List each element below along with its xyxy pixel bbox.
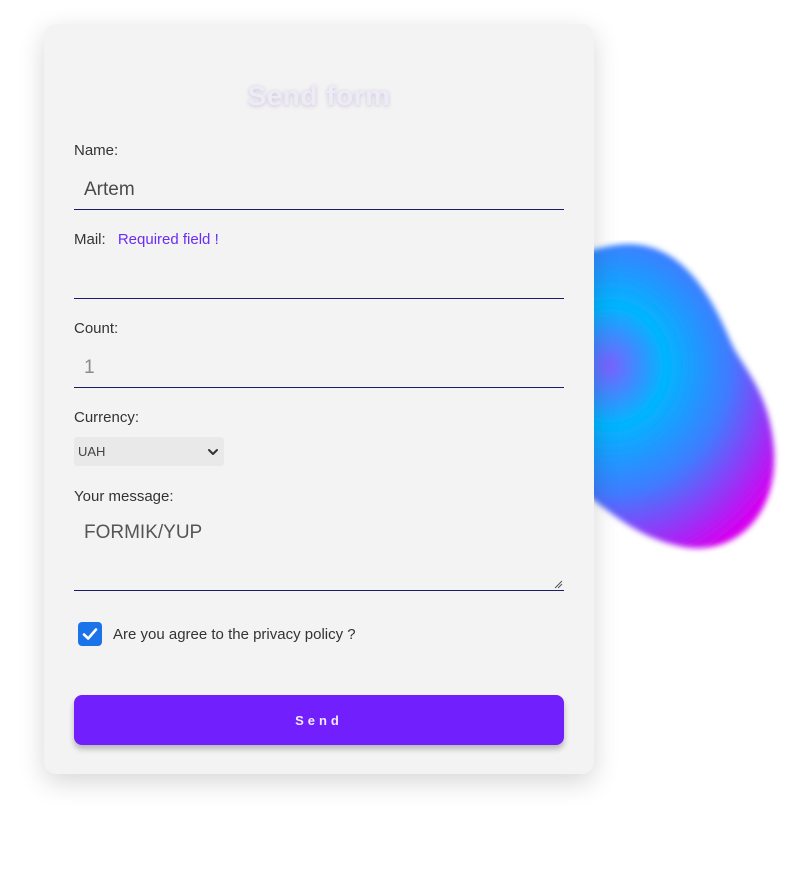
mail-label-row: Mail: Required field ! [74,231,219,248]
mail-error-message: Required field ! [117,231,219,248]
resize-handle-icon[interactable] [553,579,563,589]
count-input[interactable]: 1 [74,348,564,388]
check-icon [82,628,98,640]
form-title: Send form [247,80,391,111]
name-label: Name: [74,142,119,159]
currency-selected-value: UAH [78,444,106,459]
message-textarea[interactable]: FORMIK/YUP [74,512,564,591]
chevron-down-icon [208,448,218,455]
name-input[interactable]: Artem [74,170,564,210]
privacy-checkbox-label: Are you agree to the privacy policy ? [113,626,356,643]
send-form-card: Send form Name: Artem Mail: Required fie… [44,24,594,774]
privacy-checkbox[interactable] [78,622,102,646]
message-label: Your message: [74,488,174,505]
page: Send form Name: Artem Mail: Required fie… [0,0,805,871]
currency-select[interactable]: UAH [74,437,224,466]
mail-label: Mail: [74,231,106,248]
send-button[interactable]: Send [74,695,564,745]
count-label: Count: [74,320,119,337]
mail-input[interactable] [74,259,564,299]
message-value: FORMIK/YUP [84,522,203,543]
currency-label: Currency: [74,409,140,426]
send-button-label: Send [295,712,343,728]
